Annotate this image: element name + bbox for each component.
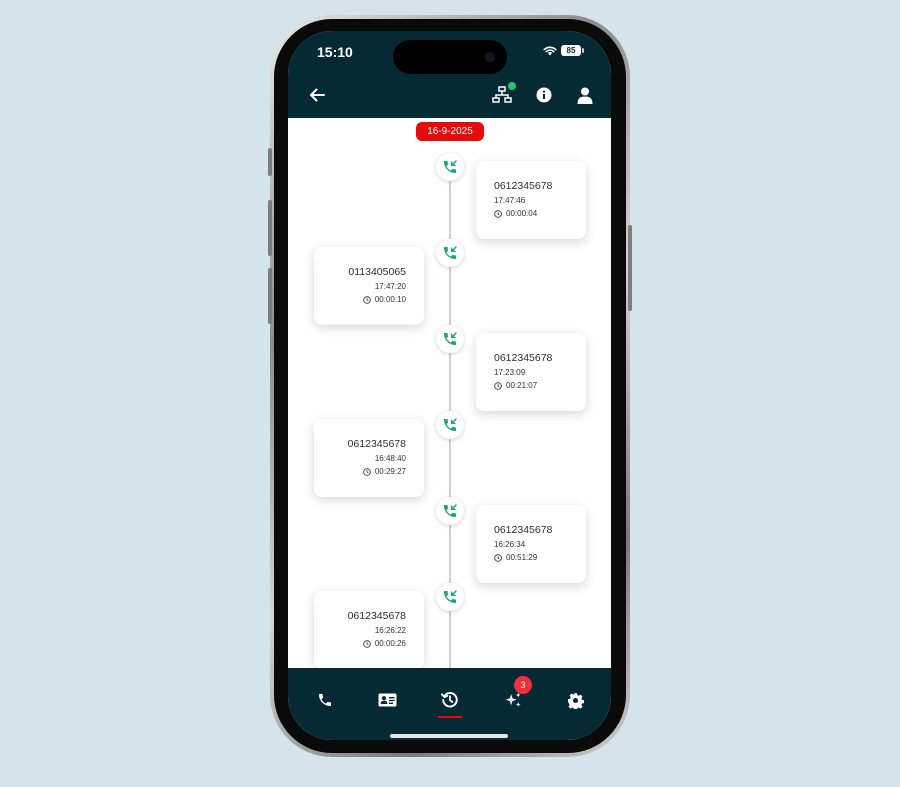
call-card[interactable]: 0612345678 16:48:40 00:29:27 — [314, 419, 424, 497]
caller-number: 0612345678 — [347, 438, 406, 450]
nav-ai-features[interactable]: 3 — [500, 676, 532, 712]
phone-icon — [319, 694, 331, 706]
call-history-timeline[interactable]: 16-9-2025 0612345678 17:47:46 00:00:04 0113… — [288, 118, 611, 668]
active-tab-indicator — [438, 716, 462, 718]
dynamic-island — [393, 40, 507, 74]
incoming-call-node — [436, 411, 464, 439]
incoming-call-icon — [444, 504, 457, 517]
caller-number: 0612345678 — [494, 524, 553, 536]
call-duration: 00:00:10 — [374, 295, 406, 304]
call-duration: 00:00:04 — [506, 209, 538, 218]
call-time: 16:48:40 — [374, 454, 406, 463]
nav-contacts[interactable] — [374, 688, 400, 712]
call-duration: 00:21:07 — [506, 381, 538, 390]
incoming-call-icon — [444, 246, 457, 259]
caller-number: 0612345678 — [347, 610, 406, 622]
nav-history[interactable] — [437, 688, 463, 712]
clock-icon — [494, 209, 502, 218]
call-duration-row: 00:21:07 — [494, 380, 586, 391]
nav-settings[interactable] — [562, 688, 588, 712]
network-status-button[interactable] — [490, 82, 516, 107]
action-button — [268, 148, 272, 176]
clock-icon — [363, 467, 371, 476]
bottom-nav: 3 — [288, 668, 611, 740]
notification-badge: 3 — [514, 676, 532, 694]
incoming-call-icon — [444, 418, 457, 431]
power-button — [628, 225, 632, 311]
call-card[interactable]: 0612345678 16:26:22 00:00:26 — [314, 591, 424, 668]
profile-button[interactable] — [573, 83, 597, 107]
app-header: 15:10 85 — [288, 31, 611, 118]
call-time: 16:26:34 — [494, 540, 526, 549]
incoming-call-node — [436, 325, 464, 353]
home-indicator — [390, 734, 508, 738]
info-button[interactable] — [532, 83, 556, 107]
incoming-call-node — [436, 583, 464, 611]
call-card[interactable]: 0113405065 17:47:20 00:00:10 — [314, 247, 424, 325]
info-icon — [536, 87, 552, 103]
incoming-call-icon — [444, 332, 457, 345]
call-duration-row: 00:00:10 — [314, 294, 406, 305]
call-duration-row: 00:51:29 — [494, 552, 586, 563]
date-badge: 16-9-2025 — [416, 122, 484, 141]
call-card[interactable]: 0612345678 17:23:09 00:21:07 — [476, 333, 586, 411]
history-icon — [441, 692, 458, 708]
incoming-call-node — [436, 239, 464, 267]
clock-icon — [363, 639, 371, 648]
phone-screen: 15:10 85 16-9-2025 0612345678 17:47:46 0… — [288, 31, 611, 740]
gear-icon — [567, 692, 584, 709]
call-duration: 00:00:26 — [374, 639, 406, 648]
call-time: 17:47:20 — [374, 282, 406, 291]
call-time: 17:23:09 — [494, 368, 526, 377]
call-time: 16:26:22 — [374, 626, 406, 635]
clock-icon — [363, 295, 371, 304]
battery-icon: 85 — [561, 45, 584, 56]
clock-icon — [494, 381, 502, 390]
call-duration-row: 00:00:26 — [314, 638, 406, 649]
caller-number: 0612345678 — [494, 180, 553, 192]
call-duration: 00:29:27 — [374, 467, 406, 476]
back-button[interactable] — [305, 83, 329, 107]
incoming-call-node — [436, 153, 464, 181]
call-card[interactable]: 0612345678 16:26:34 00:51:29 — [476, 505, 586, 583]
call-duration-row: 00:29:27 — [314, 466, 406, 477]
call-duration: 00:51:29 — [506, 553, 538, 562]
incoming-call-icon — [444, 590, 457, 603]
incoming-call-icon — [444, 160, 457, 173]
call-duration-row: 00:00:04 — [494, 208, 586, 219]
arrow-left-icon — [310, 88, 325, 102]
volume-up-button — [268, 200, 272, 256]
nav-phone[interactable] — [312, 688, 338, 712]
status-time: 15:10 — [317, 44, 353, 60]
user-icon — [577, 87, 593, 104]
clock-icon — [494, 553, 502, 562]
wifi-icon — [543, 46, 557, 56]
front-camera — [485, 52, 495, 62]
call-time: 17:47:46 — [494, 196, 526, 205]
call-card[interactable]: 0612345678 17:47:46 00:00:04 — [476, 161, 586, 239]
incoming-call-node — [436, 497, 464, 525]
online-status-dot — [508, 82, 516, 90]
caller-number: 0113405065 — [348, 266, 406, 278]
volume-down-button — [268, 268, 272, 324]
contact-card-icon — [378, 693, 396, 707]
caller-number: 0612345678 — [494, 352, 553, 364]
